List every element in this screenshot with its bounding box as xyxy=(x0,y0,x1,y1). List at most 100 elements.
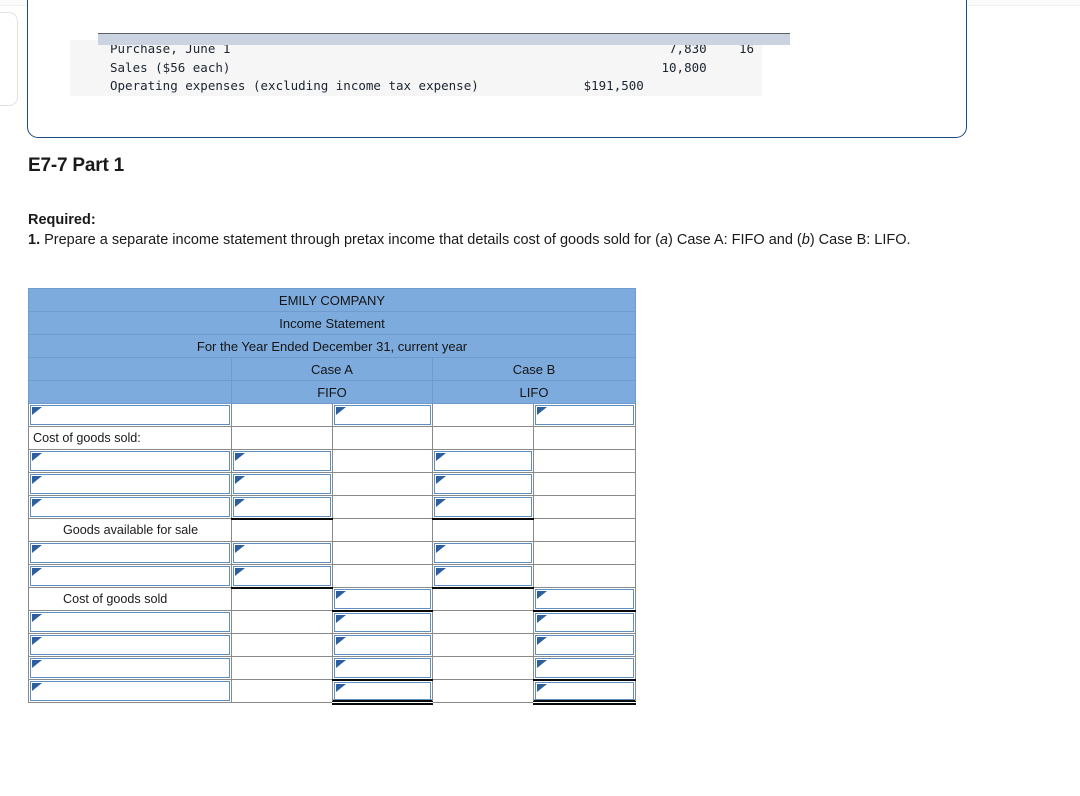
row-cell-b1 xyxy=(432,610,534,634)
required-text-b: ) Case A: FIFO and ( xyxy=(667,232,802,248)
row-cell-b2[interactable] xyxy=(532,633,637,657)
row-cell-a2[interactable] xyxy=(332,403,433,427)
row-cell-a1[interactable] xyxy=(231,564,333,589)
amount-input[interactable] xyxy=(434,497,532,517)
row-label-cell: Goods available for sale xyxy=(28,518,232,542)
label-input[interactable] xyxy=(30,635,230,655)
amount-input[interactable] xyxy=(334,658,431,678)
row-cell-a1 xyxy=(231,426,333,450)
row-cell-a2[interactable] xyxy=(332,587,433,612)
amount-input[interactable] xyxy=(434,543,532,563)
row-label: Goods available for sale xyxy=(63,523,199,537)
row-cell-a2[interactable] xyxy=(332,679,434,705)
row-cell-b1[interactable] xyxy=(432,472,534,496)
row-cell-a1 xyxy=(231,587,333,611)
label-input[interactable] xyxy=(30,497,230,517)
amount-input[interactable] xyxy=(233,497,331,517)
row-cell-b1 xyxy=(432,426,534,450)
row-cell-b1 xyxy=(432,403,534,427)
row-cell-a1 xyxy=(231,518,333,542)
required-text-c: ) Case B: LIFO. xyxy=(809,232,911,248)
row-label-cell[interactable] xyxy=(28,449,232,473)
row-cell-b2 xyxy=(532,472,637,496)
amount-input[interactable] xyxy=(434,451,532,471)
label-input[interactable] xyxy=(30,543,230,563)
required-italic-a: a xyxy=(659,232,668,248)
row-label-cell[interactable] xyxy=(28,633,232,657)
row-label-cell[interactable] xyxy=(28,679,232,703)
row-label-cell[interactable] xyxy=(28,656,232,680)
amount-input[interactable] xyxy=(434,566,532,586)
row-cell-a1[interactable] xyxy=(231,449,333,473)
row-cell-a2[interactable] xyxy=(332,633,433,657)
row-cell-a1[interactable] xyxy=(231,472,333,496)
label-input[interactable] xyxy=(30,612,230,632)
amount-input[interactable] xyxy=(535,612,635,632)
worksheet-row xyxy=(28,495,637,520)
amount-input[interactable] xyxy=(334,589,431,609)
worksheet-row xyxy=(28,564,637,589)
row-cell-a2[interactable] xyxy=(332,610,433,634)
row-cell-a2 xyxy=(332,518,433,542)
amount-input[interactable] xyxy=(233,543,331,563)
row-cell-b2[interactable] xyxy=(532,403,637,427)
row-cell-a1 xyxy=(231,656,333,680)
exercise-data-table: Purchase, June 1 7,830 16 Sales ($56 eac… xyxy=(70,40,762,96)
method-header-spacer xyxy=(28,380,232,404)
row-cell-b1 xyxy=(432,518,534,542)
amount-input[interactable] xyxy=(334,612,431,632)
row-cell-b1 xyxy=(432,587,534,611)
label-input[interactable] xyxy=(30,405,230,425)
required-heading: Required: xyxy=(28,212,96,228)
amount-input[interactable] xyxy=(535,405,635,425)
horizontal-scrollbar[interactable] xyxy=(98,33,790,45)
row-cell-b1[interactable] xyxy=(432,564,534,589)
amount-input[interactable] xyxy=(334,405,431,425)
amount-input[interactable] xyxy=(233,566,331,586)
row-label-cell[interactable] xyxy=(28,564,232,588)
row-cell-b1[interactable] xyxy=(432,449,534,473)
label-input[interactable] xyxy=(30,566,230,586)
amount-input[interactable] xyxy=(535,681,635,700)
amount-input[interactable] xyxy=(334,681,431,700)
row-label-cell: Cost of goods sold: xyxy=(28,426,232,450)
row-cell-b1[interactable] xyxy=(432,495,534,520)
row-cell-a2[interactable] xyxy=(332,656,433,681)
row-label-cell[interactable] xyxy=(28,472,232,496)
row-cell-b2 xyxy=(532,426,637,450)
worksheet-row xyxy=(28,403,637,427)
row-cell-a1[interactable] xyxy=(231,495,333,520)
row-label-cell[interactable] xyxy=(28,403,232,427)
row-cell-b2[interactable] xyxy=(532,610,637,634)
row-cell-b2[interactable] xyxy=(532,679,637,705)
exercise-data-card: Purchase, June 1 7,830 16 Sales ($56 eac… xyxy=(27,0,967,138)
label-input[interactable] xyxy=(30,681,230,701)
case-a-header: Case A xyxy=(231,357,433,381)
method-b-header: LIFO xyxy=(431,380,637,404)
amount-input[interactable] xyxy=(535,589,635,609)
row-cell-a1[interactable] xyxy=(231,541,333,565)
row-label-cell[interactable] xyxy=(28,541,232,565)
worksheet-header-company: EMILY COMPANY xyxy=(27,288,637,312)
worksheet-row: Goods available for sale xyxy=(28,518,637,542)
label-input[interactable] xyxy=(30,451,230,471)
row-cell-b2[interactable] xyxy=(532,587,637,612)
exercise-row-col1: $191,500 xyxy=(521,77,650,96)
amount-input[interactable] xyxy=(233,451,331,471)
row-cell-b1 xyxy=(432,656,534,680)
amount-input[interactable] xyxy=(535,635,635,655)
amount-input[interactable] xyxy=(434,474,532,494)
row-label-cell[interactable] xyxy=(28,495,232,519)
label-input[interactable] xyxy=(30,658,230,678)
amount-input[interactable] xyxy=(535,658,635,678)
row-cell-a2 xyxy=(332,541,433,565)
amount-input[interactable] xyxy=(233,474,331,494)
row-cell-b1[interactable] xyxy=(432,541,534,565)
row-label-cell[interactable] xyxy=(28,610,232,634)
amount-input[interactable] xyxy=(334,635,431,655)
row-cell-b2[interactable] xyxy=(532,656,637,681)
worksheet-row xyxy=(28,656,637,681)
exercise-row-col3 xyxy=(714,58,762,77)
label-input[interactable] xyxy=(30,474,230,494)
worksheet-header-cases: Case A Case B xyxy=(28,357,637,381)
